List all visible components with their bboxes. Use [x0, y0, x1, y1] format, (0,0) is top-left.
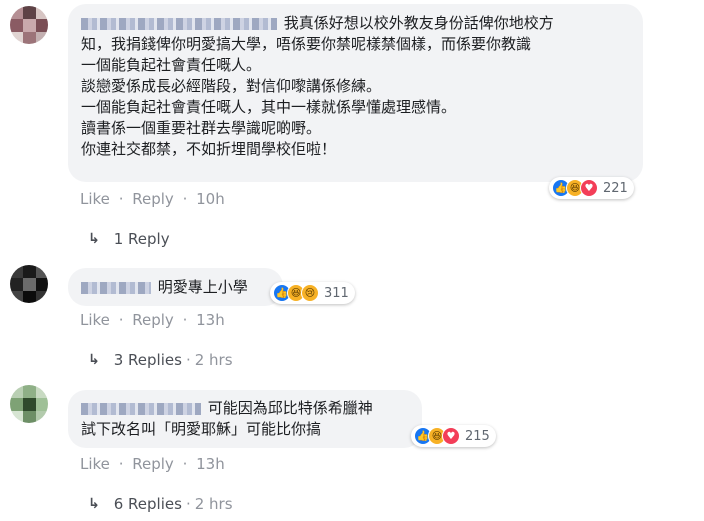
comment-time[interactable]: 13h — [196, 455, 225, 473]
comment-line: 讀書係一個重要社群去學識呢啲嘢。 — [81, 119, 322, 137]
reaction-count: 311 — [324, 285, 349, 301]
reply-arrow-icon: ↳ — [88, 231, 100, 247]
sad-icon: 😢 — [301, 284, 319, 302]
separator: · — [182, 190, 188, 208]
comment-bubble: 可能因為邱比特係希臘神 試下改名叫「明愛耶穌」可能比你搞 — [68, 390, 422, 448]
commenter-name-redacted[interactable] — [81, 17, 277, 30]
reply-arrow-icon: ↳ — [88, 496, 100, 512]
comment-line: 知，我捐錢俾你明愛搞大學，唔係要你禁呢樣禁個樣，而係要你教識 — [81, 35, 532, 53]
comment-line: 試下改名叫「明愛耶穌」可能比你搞 — [81, 420, 322, 438]
separator: · — [185, 495, 191, 513]
replies-time: 2 hrs — [194, 495, 233, 513]
separator: · — [182, 455, 188, 473]
comment-actions: Like · Reply · 13h — [80, 455, 225, 473]
comment-actions: Like · Reply · 13h — [80, 311, 225, 329]
like-link[interactable]: Like — [80, 455, 110, 473]
separator: · — [118, 190, 124, 208]
separator: · — [182, 311, 188, 329]
commenter-name-redacted[interactable] — [81, 402, 201, 415]
view-replies-link[interactable]: ↳ 1 Reply — [88, 230, 170, 248]
comment-time[interactable]: 10h — [196, 190, 225, 208]
comment-actions: Like · Reply · 10h — [80, 190, 225, 208]
replies-count[interactable]: 1 Reply — [114, 230, 170, 248]
reaction-summary[interactable]: 👍 😆 ♥ 221 — [549, 177, 634, 199]
reaction-summary[interactable]: 👍 😆 😢 311 — [270, 282, 355, 304]
view-replies-link[interactable]: ↳ 3 Replies · 2 hrs — [88, 351, 233, 369]
like-link[interactable]: Like — [80, 190, 110, 208]
replies-count[interactable]: 3 Replies — [114, 351, 182, 369]
reply-link[interactable]: Reply — [132, 190, 174, 208]
avatar[interactable] — [10, 265, 48, 303]
comment-bubble: 明愛專上小學 — [68, 268, 283, 306]
love-icon: ♥ — [442, 427, 460, 445]
reply-link[interactable]: Reply — [132, 455, 174, 473]
comment-time[interactable]: 13h — [196, 311, 225, 329]
comment-line: 一個能負起社會責任嘅人。 — [81, 56, 262, 74]
comment-line: 你連社交都禁，不如折埋間學校佢啦！ — [81, 140, 337, 158]
commenter-name-redacted[interactable] — [81, 281, 151, 294]
comment-line: 一個能負起社會責任嘅人，其中一樣就係學懂處理感情。 — [81, 98, 457, 116]
avatar[interactable] — [10, 6, 48, 44]
separator: · — [118, 455, 124, 473]
reaction-count: 221 — [603, 180, 628, 196]
replies-count[interactable]: 6 Replies — [114, 495, 182, 513]
like-link[interactable]: Like — [80, 311, 110, 329]
replies-time: 2 hrs — [194, 351, 233, 369]
avatar[interactable] — [10, 385, 48, 423]
view-replies-link[interactable]: ↳ 6 Replies · 2 hrs — [88, 495, 233, 513]
comment-line: 明愛專上小學 — [81, 277, 283, 298]
separator: · — [185, 351, 191, 369]
separator: · — [118, 311, 124, 329]
comment-line: 談戀愛係成長必經階段，對信仰嚟講係修練。 — [81, 77, 382, 95]
reaction-count: 215 — [465, 428, 490, 444]
comment-line: 可能因為邱比特係希臘神 — [81, 398, 422, 419]
love-icon: ♥ — [580, 179, 598, 197]
reaction-summary[interactable]: 👍 😆 ♥ 215 — [411, 425, 496, 447]
comment-line: 我真係好想以校外教友身份話俾你地校方 — [81, 13, 643, 34]
comment-bubble: 我真係好想以校外教友身份話俾你地校方 知，我捐錢俾你明愛搞大學，唔係要你禁呢樣禁… — [68, 4, 643, 182]
reply-arrow-icon: ↳ — [88, 352, 100, 368]
reply-link[interactable]: Reply — [132, 311, 174, 329]
